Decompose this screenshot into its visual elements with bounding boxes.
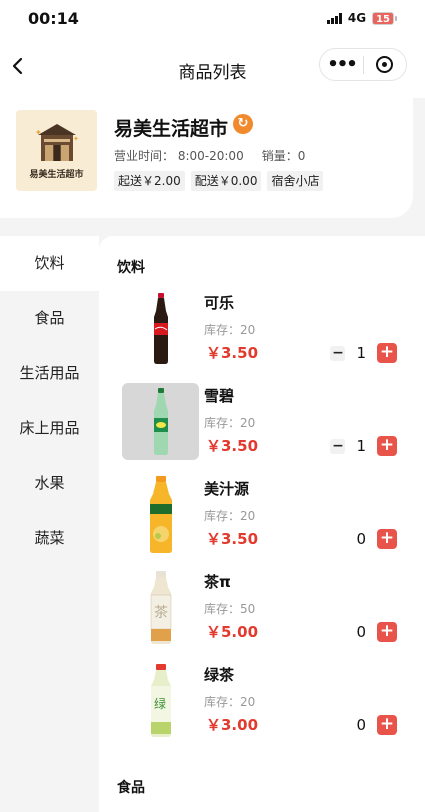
target-icon — [376, 56, 394, 73]
mini-program-capsule: ••• — [319, 48, 407, 81]
store-name: 易美生活超市 — [114, 118, 229, 140]
product-image: 茶 — [122, 569, 199, 646]
cola-bottle-icon — [153, 292, 168, 364]
increase-button[interactable]: + — [377, 622, 397, 642]
product-price: ￥3.50 — [206, 344, 259, 362]
increase-button[interactable]: + — [377, 436, 397, 456]
battery-icon: 15 — [372, 11, 397, 25]
quantity-value: 1 — [356, 344, 366, 362]
svg-text:✦: ✦ — [73, 135, 79, 143]
quantity-value: 0 — [356, 530, 366, 548]
product-stock: 库存：20 — [204, 416, 256, 430]
network-label: 4G — [347, 11, 367, 25]
product-item[interactable]: 美汁源 库存：20 ￥3.50 0 + — [99, 475, 425, 556]
svg-text:✦: ✦ — [35, 128, 42, 137]
quantity-stepper: − 1 + — [330, 343, 397, 363]
min-order-tag: 起送￥2.00 — [114, 171, 185, 191]
product-price: ￥3.50 — [206, 530, 259, 548]
product-stock: 库存：50 — [204, 602, 256, 616]
quantity-value: 0 — [356, 623, 366, 641]
increase-button[interactable]: + — [377, 343, 397, 363]
juice-bottle-icon — [149, 475, 172, 553]
signal-icon — [326, 12, 342, 24]
store-type-tag: 宿舍小店 — [267, 171, 324, 191]
category-sidebar: 饮料 食品 生活用品 床上用品 水果 蔬菜 — [0, 236, 99, 812]
store-info-card: ✦ ✦ 易美生活超市 易美生活超市 ↻ 营业时间： 8:00-20:00 销量：… — [0, 98, 413, 218]
status-indicators: 4G 15 — [326, 11, 397, 25]
product-name: 美汁源 — [204, 480, 250, 498]
quantity-stepper: 0 + — [356, 622, 397, 642]
business-hours: 营业时间： 8:00-20:00 — [114, 149, 244, 163]
product-stock: 库存：20 — [204, 509, 256, 523]
more-dots-icon: ••• — [327, 53, 357, 75]
battery-level: 15 — [372, 11, 394, 25]
product-name: 可乐 — [204, 294, 235, 312]
category-item-drinks[interactable]: 饮料 — [0, 236, 99, 291]
shop-front-icon: ✦ ✦ — [35, 124, 79, 161]
svg-text:茶: 茶 — [154, 605, 168, 621]
section-title: 饮料 — [117, 260, 145, 276]
increase-button[interactable]: + — [377, 715, 397, 735]
product-stock: 库存：20 — [204, 695, 256, 709]
sales-count: 销量：0 — [261, 149, 306, 163]
status-bar: 00:14 4G 15 — [0, 0, 425, 40]
product-list: 饮料 可乐 库存：20 ￥3.50 − 1 + 雪碧 库存：20 ￥3.50 −… — [99, 236, 425, 812]
quantity-stepper: 0 + — [356, 715, 397, 735]
store-logo: ✦ ✦ 易美生活超市 — [16, 110, 97, 191]
quantity-value: 1 — [356, 437, 366, 455]
product-image — [122, 290, 199, 367]
quantity-value: 0 — [356, 716, 366, 734]
product-name: 雪碧 — [204, 387, 235, 405]
category-item-vegetables[interactable]: 蔬菜 — [0, 511, 99, 566]
product-name: 茶π — [204, 573, 231, 591]
decrease-button[interactable]: − — [330, 345, 346, 361]
store-tags: 起送￥2.00 配送￥0.00 宿舍小店 — [114, 171, 324, 191]
increase-button[interactable]: + — [377, 529, 397, 549]
product-item[interactable]: 雪碧 库存：20 ￥3.50 − 1 + — [99, 383, 425, 463]
close-program-button[interactable] — [364, 56, 406, 73]
category-item-fruit[interactable]: 水果 — [0, 456, 99, 511]
status-time: 00:14 — [28, 9, 79, 28]
tea-bottle-icon: 茶 — [150, 570, 171, 644]
product-item[interactable]: 茶 茶π 库存：50 ￥5.00 0 + — [99, 569, 425, 649]
category-item-bedding[interactable]: 床上用品 — [0, 401, 99, 456]
svg-text:绿: 绿 — [154, 696, 166, 711]
logo-text: 易美生活超市 — [29, 170, 84, 180]
product-price: ￥3.00 — [206, 716, 259, 734]
category-item-food[interactable]: 食品 — [0, 291, 99, 346]
decrease-button[interactable]: − — [330, 438, 346, 454]
product-price: ￥3.50 — [206, 437, 259, 455]
quantity-stepper: 0 + — [356, 529, 397, 549]
nav-bar: 商品列表 ••• — [0, 40, 425, 98]
product-item[interactable]: 绿 绿茶 库存：20 ￥3.00 0 + — [99, 662, 425, 742]
delivery-fee-tag: 配送￥0.00 — [190, 171, 262, 191]
product-image — [122, 383, 199, 460]
sprite-bottle-icon — [153, 387, 168, 455]
product-price: ￥5.00 — [206, 623, 259, 641]
product-image: 绿 — [122, 662, 199, 739]
product-image — [122, 475, 199, 553]
product-name: 绿茶 — [204, 666, 235, 684]
quantity-stepper: − 1 + — [330, 436, 397, 456]
store-badge-icon: ↻ — [233, 114, 253, 134]
store-meta: 营业时间： 8:00-20:00 销量：0 — [114, 147, 305, 164]
category-item-daily-goods[interactable]: 生活用品 — [0, 346, 99, 401]
green-tea-bottle-icon: 绿 — [150, 663, 171, 737]
product-item[interactable]: 可乐 库存：20 ￥3.50 − 1 + — [99, 290, 425, 370]
product-stock: 库存：20 — [204, 323, 256, 337]
section-title: 食品 — [117, 780, 145, 796]
more-button[interactable]: ••• — [320, 50, 363, 80]
